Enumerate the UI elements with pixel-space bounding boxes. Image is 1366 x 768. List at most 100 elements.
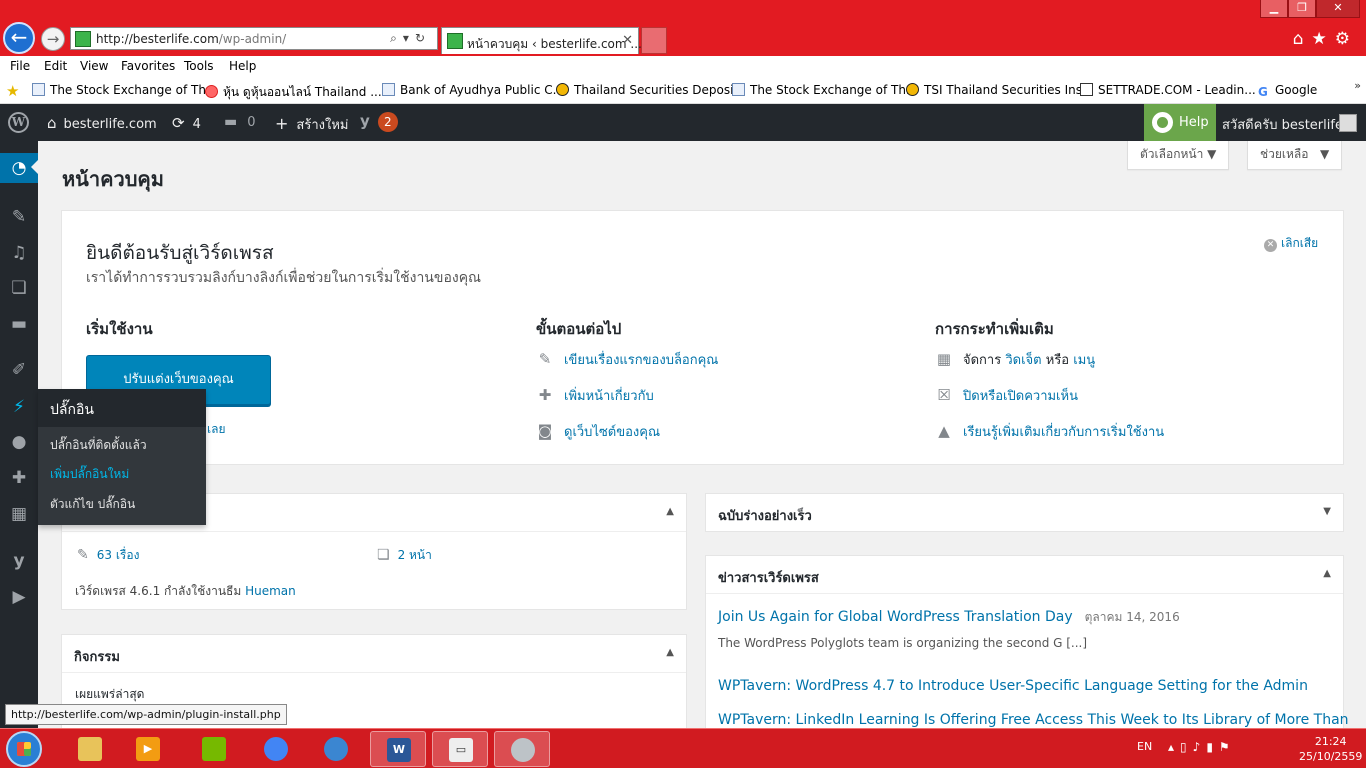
taskbar-nvidia[interactable] [186, 731, 242, 767]
favorite-link[interactable]: TSI Thailand Securities Ins... [906, 83, 1093, 97]
device-icon[interactable]: ▯ [1180, 740, 1193, 754]
menu-seo[interactable]: y [0, 546, 38, 576]
menu-appearance[interactable]: ✐ [0, 355, 38, 385]
forward-button[interactable]: → [41, 27, 65, 51]
system-tray[interactable]: ▴▯♪▮⚑ [1168, 740, 1236, 754]
welcome-dismiss[interactable]: ✕ เลิกเสีย [1264, 234, 1318, 253]
news-item[interactable]: WPTavern: WordPress 4.7 to Introduce Use… [718, 678, 1308, 694]
chevron-up-icon[interactable]: ▴ [1168, 740, 1180, 754]
box-header[interactable]: ข่าวสารเวิร์ดเพรส ▲ [706, 556, 1343, 594]
pages-count-link[interactable]: ❏ 2 หน้า [377, 546, 432, 565]
menu-help[interactable]: Help [229, 59, 256, 73]
menu-settings[interactable]: ▦ [0, 499, 38, 529]
menu-favorites[interactable]: Favorites [121, 59, 175, 73]
caret-up-icon[interactable]: ▲ [666, 647, 674, 658]
menu-tools[interactable]: Tools [184, 59, 214, 73]
learn-more-link[interactable]: ▲ เรียนรู้เพิ่มเติมเกี่ยวกับการเริ่มใช้งา… [935, 421, 1164, 442]
write-first-post-link[interactable]: ✎ เขียนเรื่องแรกของบล็อกคุณ [536, 349, 719, 370]
news-item[interactable]: WPTavern: LinkedIn Learning Is Offering … [718, 712, 1349, 728]
updates-item[interactable]: ⟳ 4 [172, 114, 201, 132]
menu-collapse[interactable]: ▶ [0, 582, 38, 612]
favorite-link[interactable]: The Stock Exchange of Th... [732, 83, 917, 97]
flag-icon[interactable]: ⚑ [1219, 740, 1236, 754]
favorite-link[interactable]: G Google [1258, 83, 1317, 99]
my-account-item[interactable]: สวัสดีครับ besterlife [1222, 114, 1343, 135]
plugins-submenu-title[interactable]: ปลั๊กอิน [38, 389, 206, 427]
refresh-icon[interactable]: ↻ [415, 31, 431, 45]
back-button[interactable]: ← [3, 22, 35, 54]
news-item[interactable]: Join Us Again for Global WordPress Trans… [718, 608, 1180, 627]
menu-tools[interactable]: ✚ [0, 463, 38, 493]
volume-icon[interactable]: ♪ [1193, 740, 1207, 754]
taskbar-browser[interactable] [308, 731, 364, 767]
favorite-link[interactable]: Thailand Securities Deposi... [556, 83, 745, 97]
home-icon[interactable]: ⌂ [1293, 29, 1312, 49]
caret-up-icon[interactable]: ▲ [666, 506, 674, 517]
browser-tab-active[interactable]: หน้าควบคุม ‹ besterlife.com ... ✕ [441, 27, 642, 54]
welcome-about: เราได้ทำการรวบรวมลิงก์บางลิงก์เพื่อช่วยใ… [86, 270, 482, 286]
menu-edit[interactable]: Edit [44, 59, 67, 73]
favorite-link[interactable]: Bank of Ayudhya Public C... [382, 83, 564, 97]
menu-pages[interactable]: ❏ [0, 273, 38, 303]
plugin-editor-link[interactable]: ตัวแก้ไข ปลั๊กอิน [50, 495, 135, 514]
menu-posts[interactable]: ✎ [0, 202, 38, 232]
add-about-page-link[interactable]: ✚ เพิ่มหน้าเกี่ยวกับ [536, 385, 654, 406]
search-icon[interactable]: ⌕ [390, 31, 403, 45]
signal-icon[interactable]: ▮ [1206, 740, 1219, 754]
toggle-comments-link[interactable]: ☒ ปิดหรือเปิดความเห็น [935, 385, 1078, 406]
close-window-icon[interactable]: ✕ [1316, 0, 1360, 18]
help-button[interactable]: Help [1144, 104, 1216, 141]
start-button[interactable] [6, 731, 42, 767]
maximize-icon[interactable]: ❐ [1288, 0, 1316, 18]
favorites-star-icon[interactable]: ★ [1312, 29, 1335, 49]
theme-link[interactable]: Hueman [245, 584, 296, 598]
taskbar-paint[interactable] [494, 731, 550, 767]
favorite-link[interactable]: SETTRADE.COM - Leadin... [1080, 83, 1256, 97]
clock[interactable]: 21:24 25/10/2559 [1299, 734, 1362, 764]
avatar[interactable] [1339, 114, 1357, 132]
taskbar-window[interactable]: ▭ [432, 731, 488, 767]
url-path: /wp-admin/ [218, 32, 287, 46]
screen-options-button[interactable]: ตัวเลือกหน้า ▼ [1127, 141, 1230, 170]
comments-item[interactable]: ▬ 0 [224, 114, 256, 130]
taskbar-explorer[interactable] [62, 731, 118, 767]
taskbar-word[interactable]: W [370, 731, 426, 767]
favorite-link[interactable]: หุ้น ดูหุ้นออนไลน์ Thailand ... [205, 83, 382, 102]
tab-close-icon[interactable]: ✕ [622, 33, 633, 48]
new-tab-button[interactable] [641, 27, 667, 54]
installed-plugins-link[interactable]: ปลั๊กอินที่ติดตั้งแล้ว [50, 436, 147, 455]
favorite-link[interactable]: The Stock Exchange of Th... [32, 83, 217, 97]
view-site-link[interactable]: ◙ ดูเว็บไซต์ของคุณ [536, 421, 660, 442]
site-name-item[interactable]: ⌂ besterlife.com [47, 114, 157, 132]
contextual-help-button[interactable]: ช่วยเหลือ ▼ [1247, 141, 1343, 170]
widgets-link[interactable]: วิดเจ็ต [1005, 353, 1041, 368]
menu-media[interactable]: ♫ [0, 238, 38, 268]
add-new-plugin-link[interactable]: เพิ่มปลั๊กอินใหม่ [50, 465, 129, 484]
wordpress-logo-icon[interactable]: W [8, 112, 29, 133]
minimize-icon[interactable]: ▁ [1260, 0, 1288, 18]
menu-comments[interactable]: ▬ [0, 309, 38, 339]
address-controls[interactable]: ⌕▾↻ [390, 31, 431, 46]
chevron-more-icon[interactable]: » [1354, 79, 1361, 92]
yoast-item[interactable]: y2 [360, 112, 398, 132]
favorites-star-icon[interactable]: ★ [6, 82, 19, 100]
menu-users[interactable]: ● [0, 427, 38, 457]
customize-link[interactable]: เลย [207, 420, 226, 439]
posts-count-link[interactable]: ✎ 63 เรื่อง [77, 546, 139, 565]
gear-icon[interactable]: ⚙ [1335, 29, 1358, 49]
taskbar-media[interactable]: ▶ [120, 731, 176, 767]
menu-view[interactable]: View [80, 59, 108, 73]
caret-down-icon[interactable]: ▼ [1323, 506, 1331, 517]
new-content-item[interactable]: + สร้างใหม่ [275, 114, 348, 135]
box-header[interactable]: กิจกรรม ▲ [62, 635, 686, 673]
menus-link[interactable]: เมนู [1073, 353, 1095, 368]
dropdown-icon[interactable]: ▾ [403, 31, 415, 45]
caret-up-icon[interactable]: ▲ [1323, 568, 1331, 579]
taskbar-chrome[interactable] [248, 731, 304, 767]
language-indicator[interactable]: EN [1137, 740, 1152, 753]
address-url[interactable]: http://besterlife.com/wp-admin/ [96, 32, 286, 46]
box-header[interactable]: ฉบับร่างอย่างเร็ว ▼ [706, 494, 1343, 532]
address-bar[interactable]: http://besterlife.com/wp-admin/ ⌕▾↻ [70, 27, 438, 50]
menu-plugins[interactable]: ⚡ [0, 392, 38, 422]
menu-file[interactable]: File [10, 59, 30, 73]
